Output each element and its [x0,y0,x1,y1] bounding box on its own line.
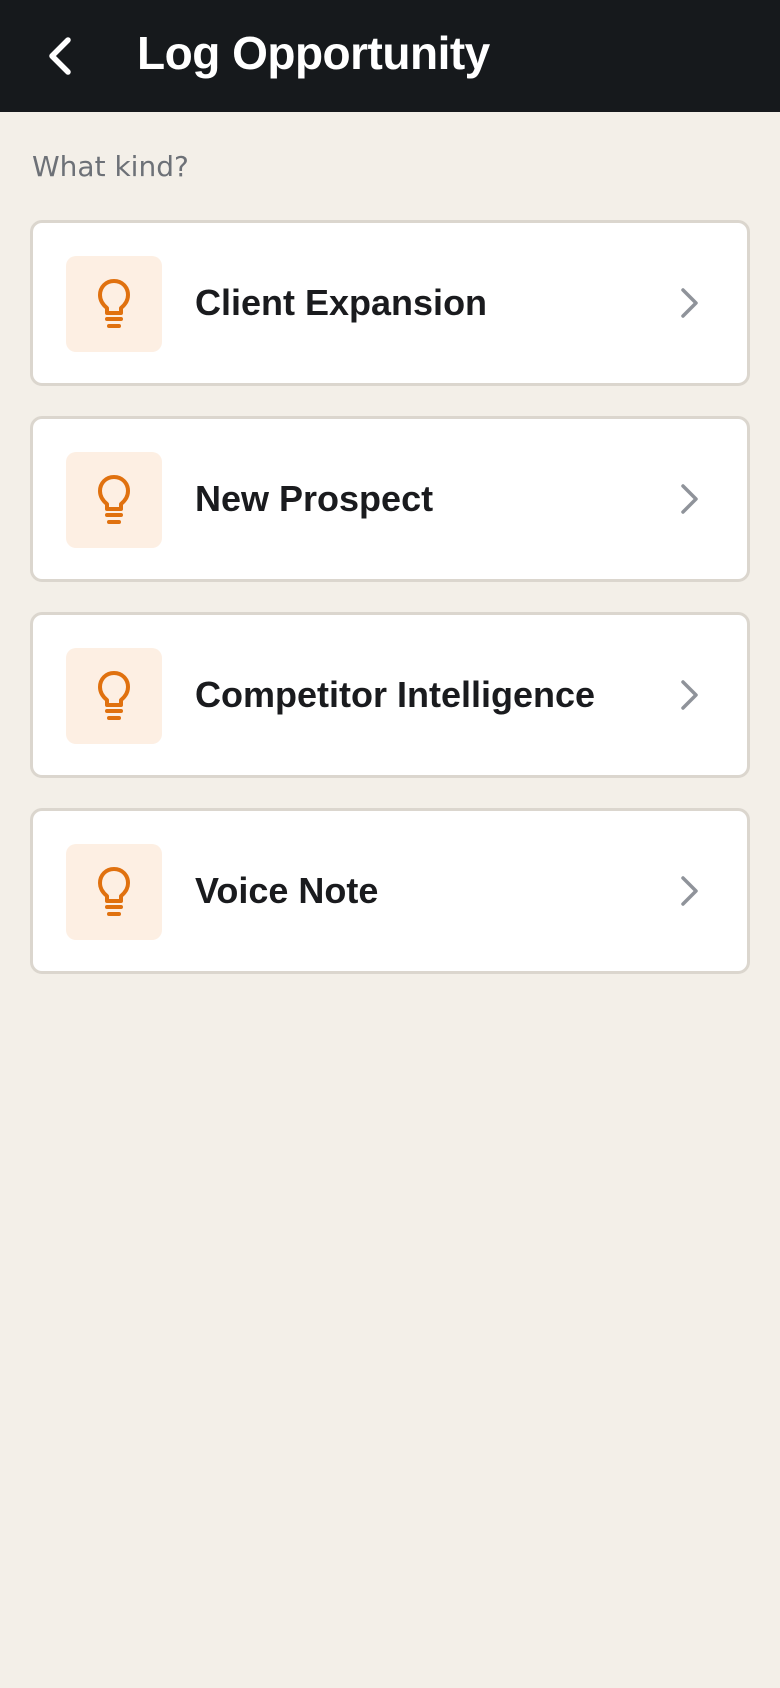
section-prompt: What kind? [32,150,189,183]
icon-tile [66,844,162,940]
icon-tile [66,256,162,352]
option-label: Competitor Intelligence [195,674,596,715]
lightbulb-icon [98,671,130,720]
option-label: New Prospect [195,478,434,519]
opportunity-type-list: Client Expansion New Prospect Competitor… [30,220,750,1004]
option-client-expansion[interactable]: Client Expansion [30,220,750,386]
app-header: Log Opportunity [0,0,780,112]
chevron-left-icon [49,37,71,75]
chevron-right-icon [669,477,709,521]
chevron-right-icon [669,869,709,913]
lightbulb-icon [98,475,130,524]
lightbulb-icon [98,279,130,328]
icon-tile [66,648,162,744]
page-title: Log Opportunity [137,27,490,79]
back-button[interactable] [30,26,90,86]
option-new-prospect[interactable]: New Prospect [30,416,750,582]
option-competitor-intelligence[interactable]: Competitor Intelligence [30,612,750,778]
icon-tile [66,452,162,548]
option-label: Client Expansion [195,282,488,323]
chevron-right-icon [669,281,709,325]
option-label: Voice Note [195,870,379,911]
lightbulb-icon [98,867,130,916]
option-voice-note[interactable]: Voice Note [30,808,750,974]
chevron-right-icon [669,673,709,717]
